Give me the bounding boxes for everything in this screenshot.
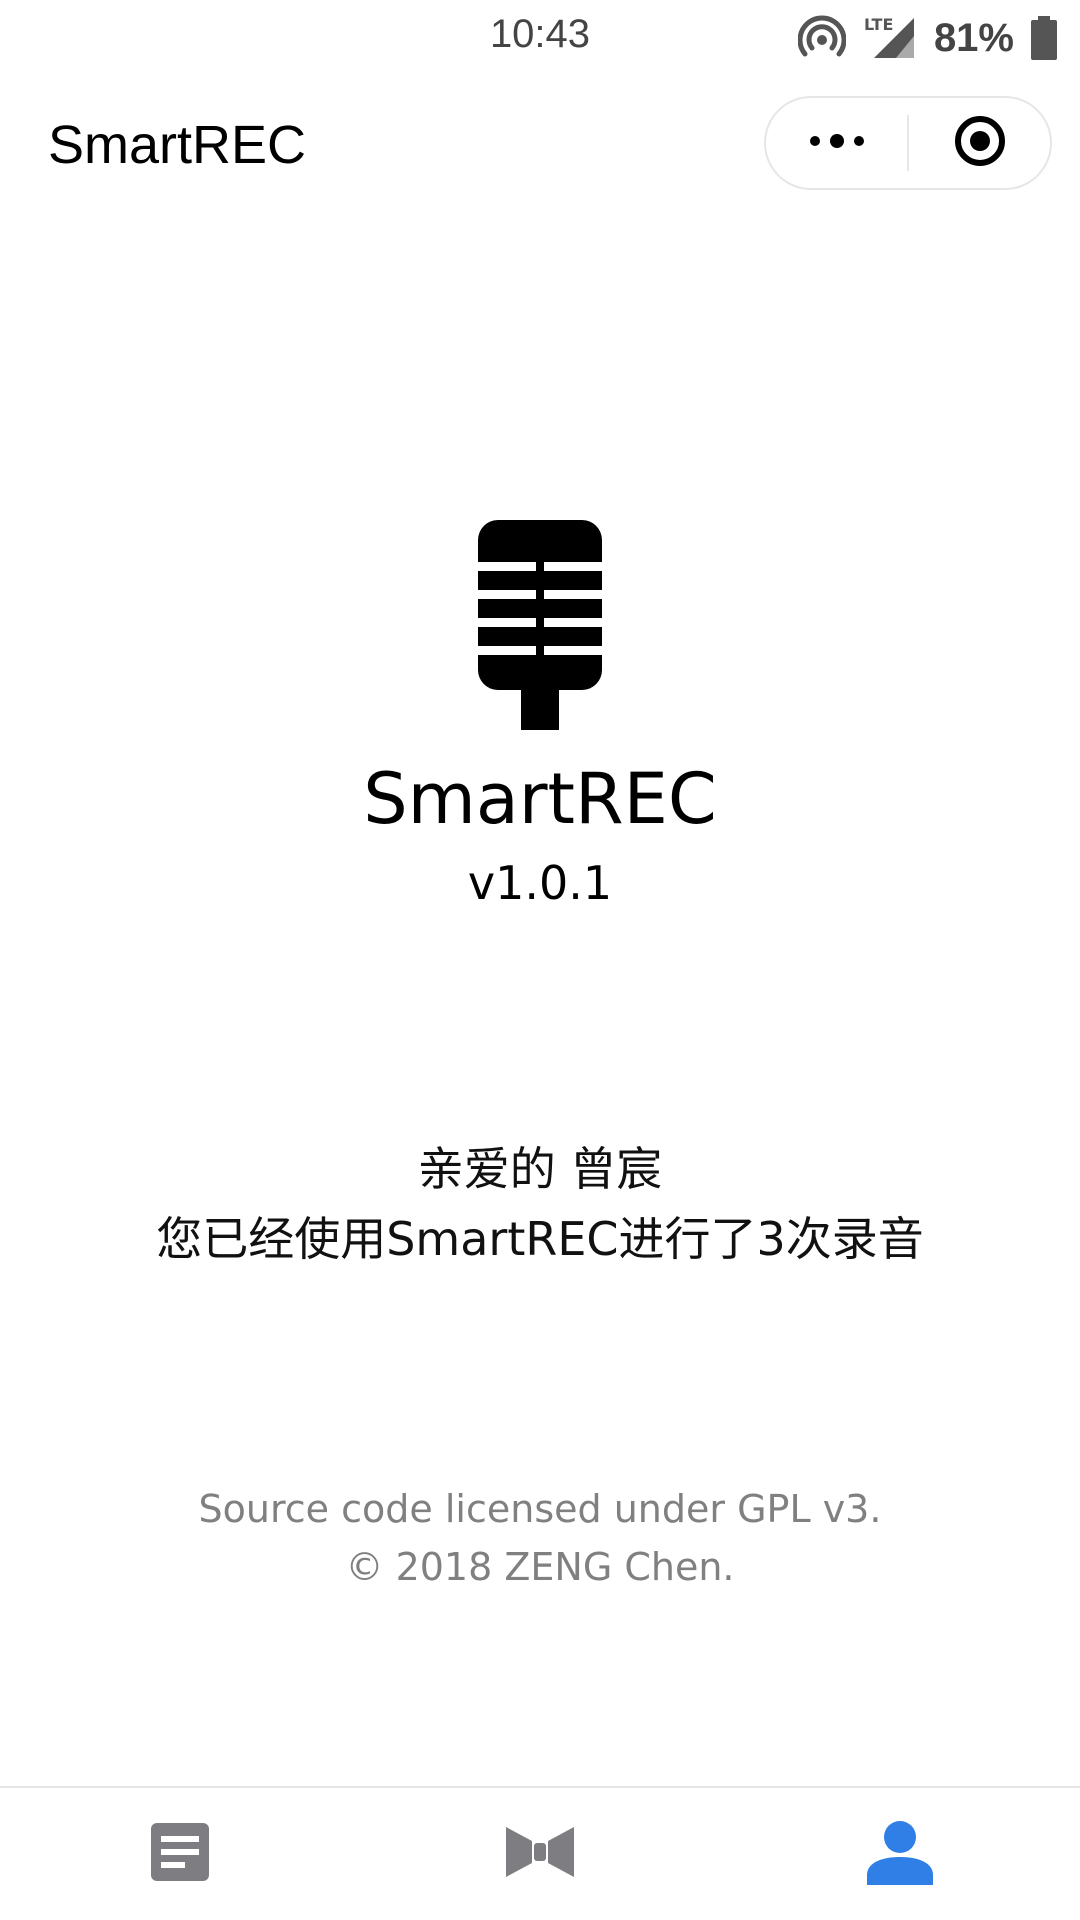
status-icons: LTE 81% bbox=[797, 10, 1058, 66]
mini-program-capsule bbox=[764, 96, 1052, 190]
status-time: 10:43 bbox=[489, 12, 591, 56]
more-dots-icon bbox=[805, 131, 869, 155]
tab-profile[interactable] bbox=[720, 1788, 1080, 1920]
copyright-line: © 2018 ZENG Chen. bbox=[345, 1545, 735, 1589]
greeting-line-2: 您已经使用SmartREC进行了3次录音 bbox=[156, 1212, 924, 1266]
nav-title: SmartREC bbox=[48, 115, 307, 175]
app-name: SmartREC bbox=[363, 758, 717, 840]
hotspot-icon bbox=[797, 14, 846, 62]
app-version: v1.0.1 bbox=[467, 856, 613, 910]
app-logo bbox=[0, 520, 1080, 734]
license-line: Source code licensed under GPL v3. bbox=[198, 1487, 882, 1531]
network-type-label: LTE bbox=[864, 15, 893, 34]
usage-greeting: 亲爱的 曾宸 您已经使用SmartREC进行了3次录音 bbox=[0, 1134, 1080, 1274]
greeting-line-1: 亲爱的 曾宸 bbox=[417, 1142, 663, 1196]
battery-icon bbox=[1030, 14, 1058, 62]
tab-record[interactable] bbox=[360, 1788, 720, 1920]
status-bar: 10:43 LTE 81% bbox=[0, 0, 1080, 76]
more-button[interactable] bbox=[766, 98, 907, 188]
target-circle-icon bbox=[952, 113, 1008, 173]
tab-bar bbox=[0, 1786, 1080, 1920]
close-button[interactable] bbox=[909, 98, 1050, 188]
nav-bar: SmartREC bbox=[0, 76, 1080, 212]
tab-recordings[interactable] bbox=[0, 1788, 360, 1920]
microphone-icon bbox=[478, 520, 602, 734]
document-list-icon bbox=[151, 1823, 209, 1885]
bowtie-icon bbox=[506, 1827, 574, 1881]
person-icon bbox=[867, 1819, 933, 1889]
license-footer: Source code licensed under GPL v3. © 201… bbox=[0, 1480, 1080, 1596]
battery-percent: 81% bbox=[933, 15, 1014, 60]
signal-icon: LTE bbox=[862, 14, 918, 62]
